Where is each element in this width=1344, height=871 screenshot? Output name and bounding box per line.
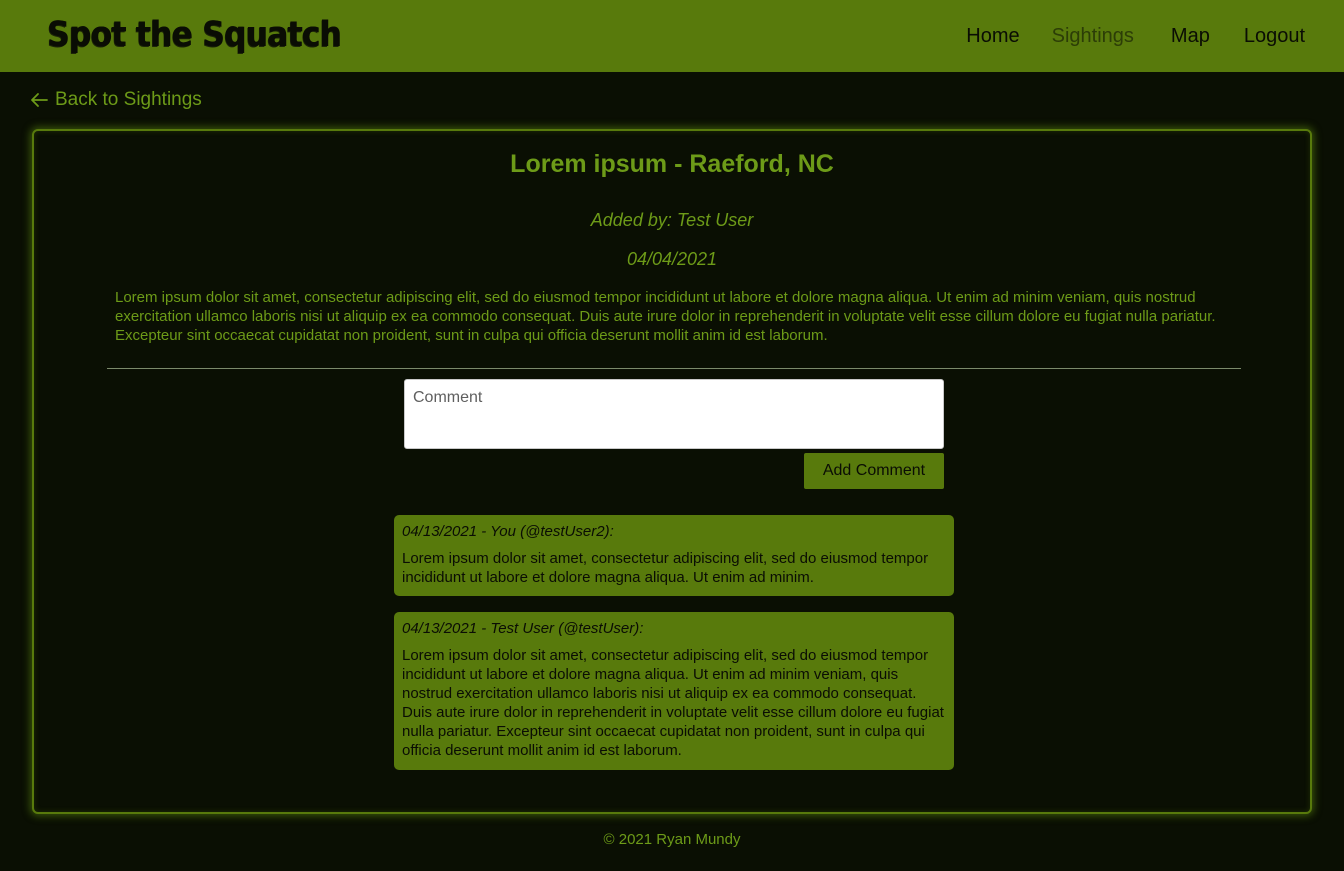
comment-item: 04/13/2021 - You (@testUser2): Lorem ips… [394, 515, 954, 596]
sighting-date: 04/04/2021 [626, 249, 718, 269]
back-link-label: Back to Sightings [55, 89, 202, 110]
add-comment-button[interactable]: Add Comment [804, 453, 944, 489]
arrow-left-icon [31, 93, 48, 107]
nav-sightings-link[interactable]: Sightings [1052, 22, 1134, 50]
brand-logo[interactable]: Spot the Squatch [47, 12, 341, 58]
sighting-card: Lorem ipsum - Raeford, NC Added by: Test… [32, 129, 1312, 814]
back-to-sightings-link[interactable]: Back to Sightings [30, 88, 202, 112]
sighting-description: Lorem ipsum dolor sit amet, consectetur … [115, 289, 1216, 344]
divider [107, 368, 1241, 369]
comment-body: Lorem ipsum dolor sit amet, consectetur … [402, 550, 929, 586]
footer: © 2021 Ryan Mundy [603, 831, 741, 848]
nav-map-link[interactable]: Map [1171, 22, 1210, 50]
comment-meta: 04/13/2021 - You (@testUser2): [402, 523, 614, 540]
sighting-title: Lorem ipsum - Raeford, NC [510, 150, 834, 178]
comment-item: 04/13/2021 - Test User (@testUser): Lore… [394, 612, 954, 770]
navbar: Spot the Squatch Home Sightings Map Logo… [0, 0, 1344, 72]
comment-input[interactable] [404, 379, 944, 449]
comment-body: Lorem ipsum dolor sit amet, consectetur … [402, 647, 944, 759]
nav-links: Home Sightings Map Logout [966, 22, 1305, 50]
sighting-added-by: Added by: Test User [590, 210, 754, 230]
nav-home-link[interactable]: Home [966, 22, 1019, 50]
comment-meta: 04/13/2021 - Test User (@testUser): [402, 620, 644, 637]
nav-logout-link[interactable]: Logout [1244, 22, 1305, 50]
